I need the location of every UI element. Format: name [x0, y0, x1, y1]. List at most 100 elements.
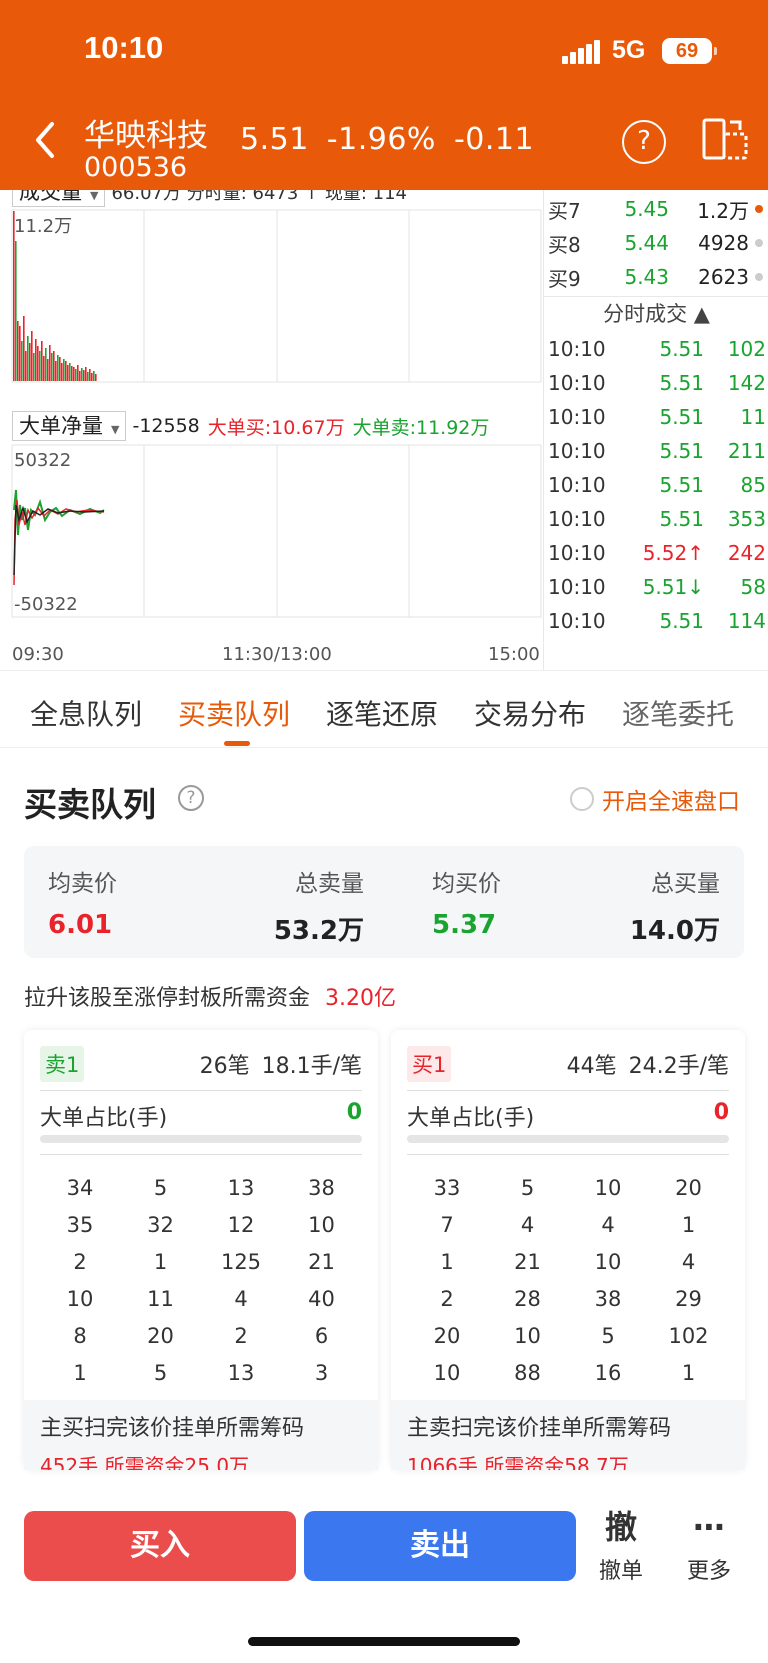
volume-bar — [53, 351, 55, 381]
queue-order-cell: 1 — [681, 1213, 696, 1237]
order-book-row[interactable]: 买9 5.43 2623 — [544, 260, 768, 294]
tick-time: 10:10 — [548, 507, 606, 531]
header-bar: 10:10 5G 69 华映科技 000536 5.51 -1.96% -0.11 … — [0, 0, 768, 190]
tick-time: 10:10 — [548, 541, 606, 565]
volume-bar — [61, 363, 63, 381]
queue-order-cell: 38 — [308, 1176, 335, 1200]
tab-tick-orders[interactable]: 逐笔委托 — [622, 693, 734, 733]
buy-ratio-bar — [407, 1135, 729, 1143]
big-order-min-label: -50322 — [14, 594, 78, 615]
volume-bar — [83, 370, 85, 381]
volume-bar — [29, 343, 31, 381]
sell-footer-sub: 452手 所需资金25.0万 — [40, 1454, 250, 1470]
order-book-row[interactable]: 买7 5.45 1.2万 — [544, 192, 768, 226]
fast-quote-label: 开启全速盘口 — [602, 789, 740, 815]
sell-queue-card: 卖1 26笔 18.1手/笔 大单占比(手) 0 34 5 13 38 35 32 12 10 2… — [24, 1030, 378, 1470]
volume-bar — [17, 321, 19, 381]
queue-order-cell: 12 — [227, 1213, 255, 1237]
current-price: 5.51 — [240, 122, 309, 157]
tab-full-queue[interactable]: 全息队列 — [30, 693, 142, 733]
big-order-dropdown[interactable]: 大单净量 ▼ — [12, 411, 127, 441]
tick-volume: 142 — [727, 371, 766, 395]
buy-button[interactable]: 买入 — [24, 1511, 296, 1581]
tick-price: 5.51 — [659, 439, 704, 463]
help-circle-icon[interactable]: ? — [178, 785, 204, 811]
queue-order-cell: 40 — [308, 1287, 335, 1311]
sell-ratio-bar — [40, 1135, 362, 1143]
tick-volume: 85 — [740, 473, 766, 497]
queue-order-cell: 35 — [66, 1213, 94, 1237]
buy-queue-header: 买1 44笔 24.2手/笔 — [407, 1044, 729, 1084]
volume-max-label: 11.2万 — [14, 216, 73, 237]
volume-bar — [25, 351, 27, 381]
buy-ratio-value: 0 — [713, 1100, 729, 1125]
queue-order-cell: 8 — [73, 1324, 87, 1348]
queue-order-cell: 1 — [73, 1361, 87, 1385]
volume-bar — [39, 351, 41, 381]
home-indicator — [248, 1637, 520, 1646]
fast-quote-toggle[interactable]: 开启全速盘口 — [570, 782, 740, 816]
tick-time: 10:10 — [548, 473, 606, 497]
volume-bar — [75, 369, 77, 381]
more-button[interactable]: ⋯ 更多 — [674, 1507, 744, 1585]
avg-sell-label: 均卖价 — [48, 871, 117, 897]
volume-bar — [87, 372, 89, 381]
order-book-row[interactable]: 买8 5.44 4928 — [544, 226, 768, 260]
sell-order-count: 26笔 — [199, 1054, 250, 1079]
tick-row: 10:10 5.51↓ 58 — [544, 570, 768, 604]
queue-order-cell: 88 — [514, 1361, 541, 1385]
queue-order-cell: 6 — [314, 1324, 329, 1348]
volume-bar — [59, 357, 61, 381]
queue-order-cell: 4 — [681, 1250, 696, 1274]
volume-bar — [43, 356, 45, 381]
tick-time: 10:10 — [548, 575, 606, 599]
queue-order-cell: 13 — [227, 1176, 255, 1200]
queue-order-cell: 4 — [601, 1213, 615, 1237]
help-icon[interactable]: ? — [622, 120, 666, 164]
landscape-switch-icon[interactable] — [700, 116, 750, 164]
change-percent: -1.96% — [326, 122, 436, 157]
queue-order-cell: 21 — [308, 1250, 335, 1274]
volume-bar — [65, 361, 67, 381]
activity-dot-icon — [755, 205, 763, 213]
sell-avg-size: 18.1手/笔 — [261, 1054, 362, 1079]
queue-order-cell: 20 — [433, 1324, 461, 1348]
tick-row: 10:10 5.51 142 — [544, 366, 768, 400]
sell-queue-footer: 主买扫完该价挂单所需筹码 452手 所需资金25.0万 — [24, 1400, 378, 1470]
tab-tick-restore[interactable]: 逐笔还原 — [326, 693, 438, 733]
queue-order-cell: 5 — [520, 1176, 535, 1200]
buy-queue-card: 买1 44笔 24.2手/笔 大单占比(手) 0 33 5 10 20 7 4 4 1 1 21 10… — [391, 1030, 745, 1470]
tab-trade-distribution[interactable]: 交易分布 — [474, 693, 586, 733]
big-order-control-row: 大单净量 ▼ -12558 大单买:10.67万 大单卖:11.92万 — [12, 410, 489, 442]
buy-queue-footer: 主卖扫完该价挂单所需筹码 1066手 所需资金58.7万 — [391, 1400, 745, 1470]
more-dots-icon: ⋯ — [693, 1508, 725, 1546]
queue-order-cell: 32 — [147, 1213, 174, 1237]
volume-bar — [67, 365, 69, 381]
total-buy-label: 总买量 — [651, 871, 720, 897]
tick-volume: 58 — [740, 575, 766, 599]
buy-order-count: 44笔 — [566, 1054, 617, 1079]
sell-button[interactable]: 卖出 — [304, 1511, 576, 1581]
queue-order-cell: 2 — [234, 1324, 248, 1348]
divider — [40, 1090, 362, 1091]
buy-level-badge[interactable]: 买1 — [407, 1046, 452, 1082]
back-arrow-icon[interactable] — [28, 118, 64, 162]
tick-price: 5.51 — [659, 337, 704, 361]
tick-row: 10:10 5.51 85 — [544, 468, 768, 502]
tab-buy-sell-queue[interactable]: 买卖队列 — [178, 693, 290, 733]
sell-level-badge[interactable]: 卖1 — [40, 1046, 85, 1082]
active-tab-indicator — [224, 741, 250, 746]
queue-order-cell: 4 — [234, 1287, 248, 1311]
avg-buy-label: 均买价 — [432, 871, 501, 897]
queue-order-cell: 5 — [601, 1324, 615, 1348]
cancel-order-button[interactable]: 撤 撤单 — [586, 1507, 656, 1585]
volume-bar — [49, 345, 51, 381]
queue-order-cell: 13 — [227, 1361, 255, 1385]
more-label: 更多 — [686, 1559, 731, 1584]
volume-bar — [85, 367, 87, 381]
sell-ratio-value: 0 — [346, 1100, 362, 1125]
sell-ratio-label: 大单占比(手) — [40, 1106, 168, 1131]
tick-list-header[interactable]: 分时成交 ▲ — [544, 296, 768, 330]
tick-volume: 353 — [727, 507, 766, 531]
total-buy-block: 总买量 14.0万 — [590, 864, 720, 947]
